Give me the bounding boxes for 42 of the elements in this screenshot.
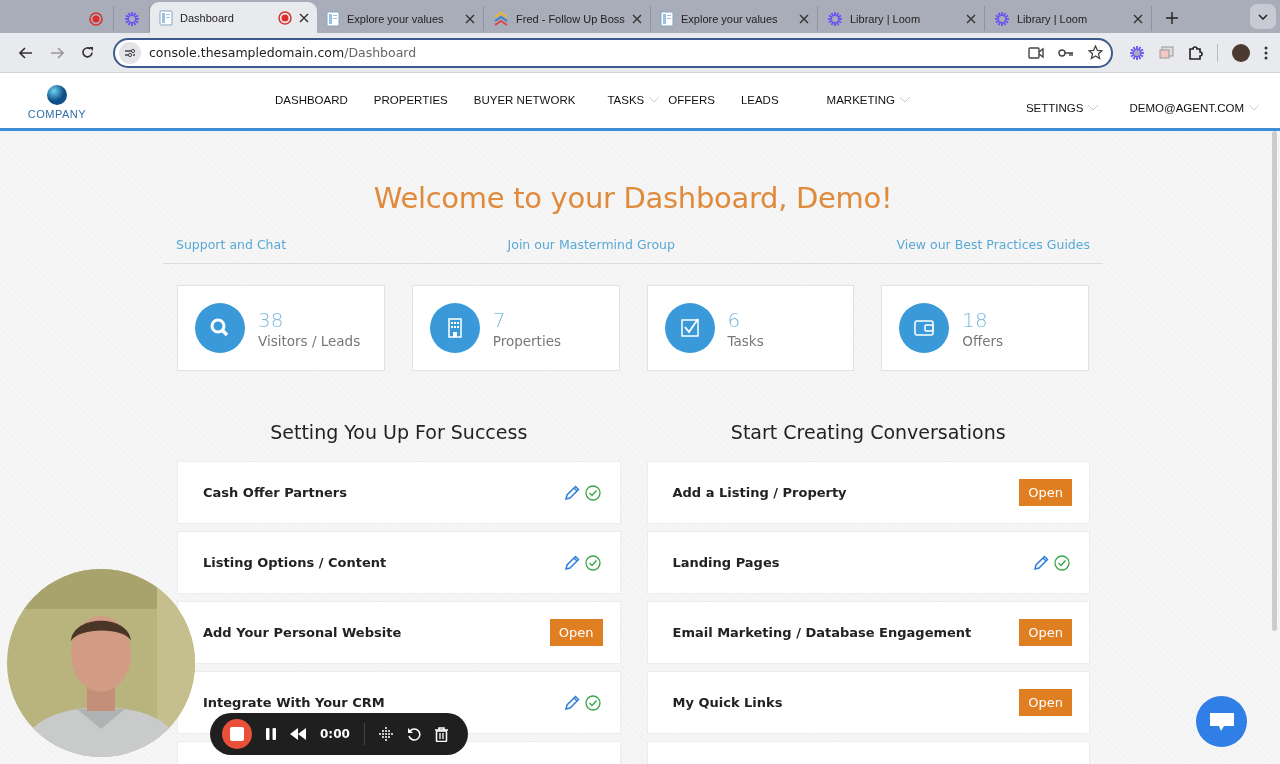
section-heading: Start Creating Conversations	[729, 421, 1007, 443]
nav-link[interactable]: OFFERS	[668, 93, 715, 106]
task-title: Integrate With Your CRM	[203, 695, 386, 710]
browser-tab[interactable]: Explore your values	[317, 6, 484, 31]
stat-count: 38	[258, 307, 285, 332]
stat-label: Properties	[492, 332, 561, 349]
url-text: console.thesampledomain.com/Dashboard	[149, 45, 418, 60]
task-title: Listing Options / Content	[203, 555, 388, 570]
nav-link[interactable]: TASKS	[607, 93, 645, 106]
stat-card[interactable]: 18 Offers	[881, 285, 1089, 371]
welcome-heading: Welcome to your Dashboard, Demo!	[372, 180, 894, 215]
stat-label: Visitors / Leads	[258, 332, 361, 349]
stat-label: Tasks	[727, 332, 764, 349]
nav-link[interactable]: SETTINGS	[1025, 101, 1084, 114]
recording-timer: 0:00	[320, 727, 350, 741]
nav-link[interactable]: MARKETING	[826, 93, 895, 106]
task-title: Cash Offer Partners	[203, 485, 348, 500]
task-title: Add Your Personal Website	[203, 625, 403, 640]
stat-card[interactable]: 6 Tasks	[646, 285, 855, 371]
nav-link[interactable]: BUYER NETWORK	[473, 93, 576, 106]
stat-label: Offers	[962, 332, 1004, 349]
stat-count: 6	[727, 307, 742, 332]
stat-count: 7	[492, 307, 507, 332]
task-title: Add a Listing / Property	[672, 485, 848, 500]
address-bar[interactable]: console.thesampledomain.com/Dashboard	[113, 37, 1113, 68]
task-title: Email Marketing / Database Engagement	[672, 625, 973, 640]
stat-card[interactable]: 7 Properties	[411, 285, 620, 371]
nav-link[interactable]: PROPERTIES	[373, 93, 448, 106]
section-heading: Setting You Up For Success	[269, 421, 529, 443]
task-title: My Quick Links	[672, 695, 784, 710]
browser-tab[interactable]: Library | Loom	[818, 6, 985, 31]
browser-tab[interactable]: Fred - Follow Up Boss	[484, 6, 651, 31]
nav-link[interactable]: LEADS	[740, 93, 779, 106]
stat-card[interactable]: 38 Visitors / Leads	[177, 285, 385, 371]
browser-tab[interactable]: Dashboard	[150, 2, 317, 33]
logo-text: COMPANY	[27, 108, 87, 120]
nav-link[interactable]: DASHBOARD	[275, 93, 348, 106]
nav-link[interactable]: DEMO@AGENT.COM	[1129, 101, 1244, 114]
stat-count: 18	[962, 307, 989, 332]
browser-tab[interactable]: Explore your values	[651, 6, 818, 31]
browser-tab[interactable]: Library | Loom	[985, 6, 1152, 31]
task-title: Landing Pages	[672, 555, 781, 570]
